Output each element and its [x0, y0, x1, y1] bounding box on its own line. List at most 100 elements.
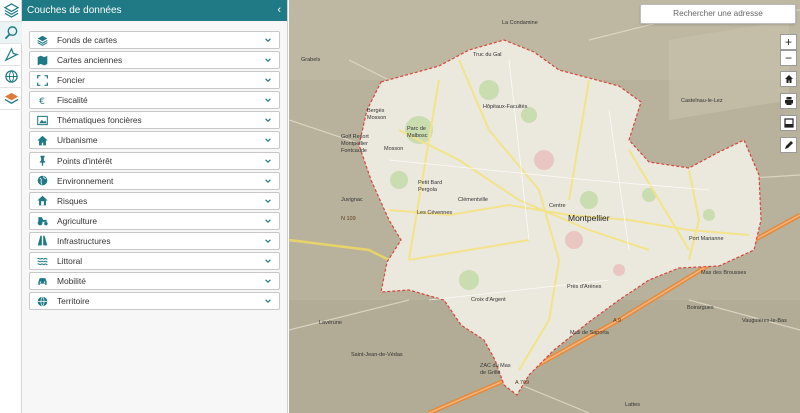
chevron-down-icon[interactable]: [263, 75, 273, 85]
search-icon: [4, 26, 17, 40]
map-label-place: Bergès Mosson: [367, 108, 387, 121]
chevron-down-icon[interactable]: [263, 35, 273, 45]
layers-icon: [35, 33, 49, 47]
zoom-out-button[interactable]: −: [780, 50, 797, 66]
globe-icon: [35, 294, 49, 308]
map-label-place: Clémentville: [458, 197, 488, 203]
draw-button[interactable]: [780, 137, 797, 153]
map-label-place: Près d'Arènes: [567, 284, 602, 290]
map-label-place: Centre: [549, 203, 566, 209]
map-label-place: Mosson: [384, 146, 404, 152]
layer-item[interactable]: Foncier: [29, 71, 280, 90]
map-label-place: Saint-Jean-de-Védas: [351, 352, 403, 358]
layer-item[interactable]: Risques: [29, 191, 280, 210]
image-icon: [35, 113, 49, 127]
pencil-icon: [784, 141, 793, 149]
search-rail-button[interactable]: [0, 22, 22, 44]
chevron-down-icon[interactable]: [263, 95, 273, 105]
layer-item-label: Environnement: [57, 175, 114, 186]
map-label-road: N 109: [341, 216, 356, 222]
map-label-place: ZAC du Mas de Grille: [480, 363, 511, 376]
chevron-down-icon[interactable]: [263, 156, 273, 166]
map-label-place: Castelnau-le-Lez: [681, 98, 723, 104]
map-label-place: Golf Resort Montpellier Fontcaude: [341, 134, 369, 154]
waves-icon: [35, 254, 49, 268]
layer-item-label: Points d'intérêt: [57, 155, 113, 166]
map-label-place: Grabels: [301, 57, 321, 63]
layer-item[interactable]: Mobilité: [29, 272, 280, 291]
layer-item-label: Fonds de cartes: [57, 35, 118, 45]
basemap-rail-button[interactable]: [0, 88, 22, 110]
map-view[interactable]: Montpellier Truc du Gal Hôpitaux-Faculté…: [289, 0, 800, 413]
map-label-place: Mas de Saporta: [570, 330, 609, 336]
layers-icon: [3, 3, 19, 18]
map-label-place: Port Marianne: [689, 236, 724, 242]
layer-item-label: Urbanisme: [57, 135, 98, 146]
chevron-down-icon[interactable]: [263, 115, 273, 125]
road-icon: [35, 234, 49, 248]
map-label-city: Montpellier: [568, 213, 610, 223]
pin-icon: [35, 154, 49, 168]
map-label-place: Croix d'Argent: [471, 297, 506, 303]
basemap-icon: [4, 92, 18, 104]
chevron-down-icon[interactable]: [263, 256, 273, 266]
layers-rail-button[interactable]: [0, 0, 22, 22]
chevron-down-icon[interactable]: [263, 55, 273, 65]
chevron-down-icon[interactable]: [263, 176, 273, 186]
layer-item[interactable]: Cartes anciennes: [29, 51, 280, 70]
home-icon: [784, 75, 793, 83]
zoom-in-button[interactable]: +: [780, 34, 797, 50]
map-label-place: Mas des Brousses: [701, 270, 747, 276]
map-label-place: Petit Bard Pergola: [418, 180, 443, 193]
layer-item[interactable]: Fonds de cartes: [29, 31, 280, 49]
map-label-place: Les Cévennes: [417, 210, 453, 216]
layer-item-label: Foncier: [57, 75, 85, 86]
boundary-icon: [35, 73, 49, 87]
chevron-down-icon[interactable]: [263, 236, 273, 246]
draw-icon: [4, 47, 19, 62]
home-icon: [35, 133, 49, 147]
chevron-down-icon[interactable]: [263, 296, 273, 306]
map-label-place: Lattes: [625, 402, 640, 408]
layer-item[interactable]: Infrastructures: [29, 231, 280, 250]
layer-item-label: Agriculture: [57, 215, 98, 226]
globe-icon: [4, 70, 18, 83]
map-label-place: Hôpitaux-Facultés: [483, 104, 528, 110]
layer-item[interactable]: Agriculture: [29, 211, 280, 230]
layer-item-label: Cartes anciennes: [57, 55, 123, 66]
layer-item[interactable]: Territoire: [29, 292, 280, 311]
map-label-place: La Condamine: [502, 20, 538, 26]
map-icon: [35, 53, 49, 67]
map-label-place: Juvignac: [341, 197, 363, 203]
layer-item[interactable]: Points d'intérêt: [29, 151, 280, 170]
layer-item[interactable]: Littoral: [29, 252, 280, 271]
svg-text:€: €: [39, 97, 45, 106]
panel-header: Couches de données ‹: [22, 0, 287, 21]
address-search-input[interactable]: Rechercher une adresse: [640, 4, 796, 24]
map-label-place: Truc du Gal: [473, 52, 502, 58]
layer-item[interactable]: Thématiques foncières: [29, 111, 280, 130]
layer-item[interactable]: Environnement: [29, 171, 280, 190]
layer-list: Fonds de cartes Cartes anciennes Foncier € F…: [22, 21, 287, 311]
chevron-down-icon[interactable]: [263, 135, 273, 145]
draw-rail-button[interactable]: [0, 44, 22, 66]
layer-item-label: Littoral: [57, 256, 83, 267]
tractor-icon: [35, 214, 49, 228]
car-icon: [35, 274, 49, 288]
map-label-road: A 9: [613, 318, 621, 324]
map-label-place: Parc de Malbosc: [407, 126, 428, 139]
chevron-down-icon[interactable]: [263, 216, 273, 226]
panel-title: Couches de données: [27, 5, 122, 16]
chevron-down-icon[interactable]: [263, 276, 273, 286]
icon-rail: [0, 0, 22, 413]
home-button[interactable]: [780, 71, 797, 87]
print-button[interactable]: [780, 93, 797, 109]
layer-item[interactable]: € Fiscalité: [29, 91, 280, 110]
layout-button[interactable]: [780, 115, 797, 131]
collapse-panel-button[interactable]: ‹: [277, 5, 281, 16]
layer-item[interactable]: Urbanisme: [29, 131, 280, 150]
chevron-down-icon[interactable]: [263, 196, 273, 206]
layer-item-label: Thématiques foncières: [57, 115, 142, 126]
layer-item-label: Mobilité: [57, 276, 86, 287]
globe-rail-button[interactable]: [0, 66, 22, 88]
